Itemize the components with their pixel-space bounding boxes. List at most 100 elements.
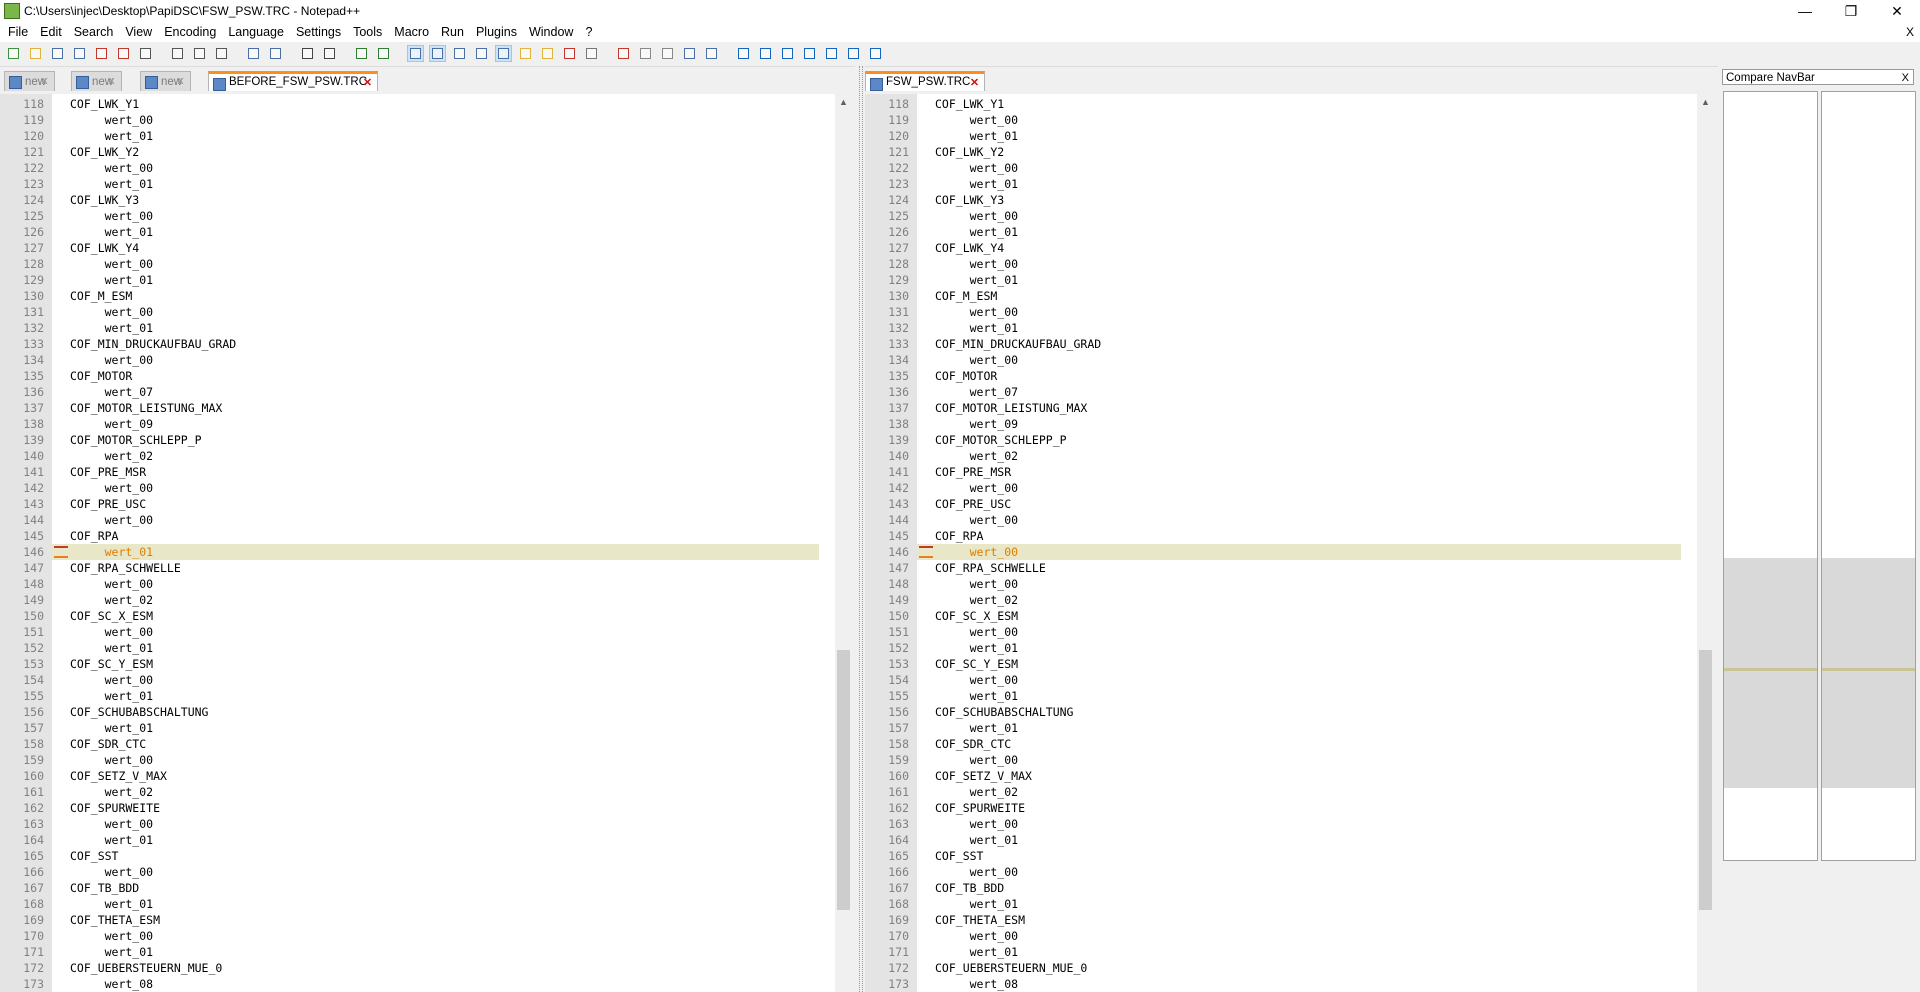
navbar-left-column[interactable] (1723, 91, 1818, 861)
view-splitter[interactable] (855, 66, 865, 992)
close-button[interactable]: ✕ (1874, 0, 1920, 22)
line-number: 149 (23, 593, 44, 607)
tab-new-1[interactable]: new 1 x (4, 71, 55, 108)
menu-file[interactable]: File (2, 22, 34, 42)
line-text: wert_00 (70, 257, 154, 271)
code-line: 130 COF_M_ESM (0, 288, 837, 304)
line-number: 133 (23, 337, 44, 351)
menu-tools[interactable]: Tools (347, 22, 388, 42)
left-editor[interactable]: 118 COF_LWK_Y1 119 wert_00 120 wert_01 121 CO… (0, 94, 837, 992)
line-text: wert_00 (935, 673, 1019, 687)
open-file-icon[interactable] (28, 46, 43, 61)
monitoring-icon[interactable] (584, 46, 599, 61)
close-all-icon[interactable] (116, 46, 131, 61)
code-line: 127 COF_LWK_Y4 (865, 240, 1699, 256)
save-icon[interactable] (50, 46, 65, 61)
scroll-up-icon[interactable]: ▲ (1697, 94, 1714, 111)
zoom-out-icon[interactable] (376, 46, 391, 61)
line-number: 151 (23, 625, 44, 639)
navbar-right-column[interactable] (1821, 91, 1916, 861)
tab-fsw-psw[interactable]: FSW_PSW.TRC ✕ (865, 71, 985, 91)
maximize-button[interactable]: ❐ (1828, 0, 1874, 22)
left-vertical-scrollbar[interactable]: ▲ (835, 94, 852, 992)
compare-next-icon[interactable] (824, 46, 839, 61)
menu-edit[interactable]: Edit (34, 22, 68, 42)
redo-icon[interactable] (268, 46, 283, 61)
paste-icon[interactable] (214, 46, 229, 61)
code-line: 146 wert_01 (0, 544, 837, 560)
show-all-chars-icon[interactable] (474, 46, 489, 61)
menu-settings[interactable]: Settings (290, 22, 347, 42)
menu-language[interactable]: Language (222, 22, 290, 42)
navbar-diff-marker[interactable] (1822, 668, 1915, 671)
tab-close-icon[interactable]: ✕ (969, 78, 980, 89)
menu-help[interactable]: ? (579, 22, 598, 42)
code-line: 136 wert_07 (865, 384, 1699, 400)
print-icon[interactable] (138, 46, 153, 61)
line-number: 135 (888, 369, 909, 383)
navbar-diff-marker[interactable] (1724, 668, 1817, 671)
scrollbar-thumb[interactable] (1699, 650, 1712, 910)
scrollbar-thumb[interactable] (837, 650, 850, 910)
undo-icon[interactable] (246, 46, 261, 61)
stop-macro-icon[interactable] (638, 46, 653, 61)
copy-icon[interactable] (192, 46, 207, 61)
sync-vertical-icon[interactable] (407, 45, 424, 62)
line-text: COF_SC_X_ESM (935, 609, 1019, 623)
code-line: 158 COF_SDR_CTC (0, 736, 837, 752)
code-line: 154 wert_00 (865, 672, 1699, 688)
save-all-icon[interactable] (72, 46, 87, 61)
save-macro-icon[interactable] (704, 46, 719, 61)
new-file-icon[interactable] (6, 46, 21, 61)
doc-map-icon[interactable] (518, 46, 533, 61)
compare-icon[interactable] (736, 46, 751, 61)
tab-before-fsw-psw[interactable]: BEFORE_FSW_PSW.TRC ✕ (208, 71, 378, 91)
right-editor[interactable]: 118 COF_LWK_Y1 119 wert_00 120 wert_01 121 CO… (865, 94, 1699, 992)
close-document-x[interactable]: X (1906, 22, 1914, 42)
replace-icon[interactable] (322, 46, 337, 61)
menu-view[interactable]: View (119, 22, 158, 42)
scroll-up-icon[interactable]: ▲ (835, 94, 852, 111)
tab-new-3[interactable]: new 3 x (140, 71, 191, 108)
record-macro-icon[interactable] (616, 46, 631, 61)
tab-close-icon[interactable]: x (175, 76, 186, 87)
menu-encoding[interactable]: Encoding (158, 22, 222, 42)
compare-last-icon[interactable] (846, 46, 861, 61)
menu-run[interactable]: Run (435, 22, 470, 42)
close-icon[interactable] (94, 46, 109, 61)
menu-plugins[interactable]: Plugins (470, 22, 523, 42)
code-line: 146 wert_00 (865, 544, 1699, 560)
minimize-button[interactable]: — (1782, 0, 1828, 22)
menu-search[interactable]: Search (68, 22, 120, 42)
zoom-in-icon[interactable] (354, 46, 369, 61)
run-macro-multiple-icon[interactable] (682, 46, 697, 61)
code-line: 159 wert_00 (865, 752, 1699, 768)
sync-horizontal-icon[interactable] (429, 45, 446, 62)
navbar-close-icon[interactable]: X (1902, 70, 1909, 86)
word-wrap-icon[interactable] (452, 46, 467, 61)
tab-close-icon[interactable]: x (39, 76, 50, 87)
tab-new-2[interactable]: new 2 x (71, 71, 122, 108)
tab-close-icon[interactable]: ✕ (362, 78, 373, 89)
compare-navbar-icon[interactable] (868, 46, 883, 61)
code-line: 167 COF_TB_BDD (0, 880, 837, 896)
find-icon[interactable] (300, 46, 315, 61)
menu-window[interactable]: Window (523, 22, 579, 42)
compare-prev-icon[interactable] (802, 46, 817, 61)
compare-clear-icon[interactable] (758, 46, 773, 61)
play-macro-icon[interactable] (660, 46, 675, 61)
function-list-icon[interactable] (540, 46, 555, 61)
cut-icon[interactable] (170, 46, 185, 61)
folder-workspace-icon[interactable] (562, 46, 577, 61)
tab-close-icon[interactable]: x (106, 76, 117, 87)
menu-macro[interactable]: Macro (388, 22, 435, 42)
code-line: 137 COF_MOTOR_LEISTUNG_MAX (0, 400, 837, 416)
line-number: 145 (888, 529, 909, 543)
code-line: 144 wert_00 (0, 512, 837, 528)
code-line: 136 wert_07 (0, 384, 837, 400)
line-number: 128 (888, 257, 909, 271)
compare-first-icon[interactable] (780, 46, 795, 61)
indent-guide-icon[interactable] (495, 45, 512, 62)
right-vertical-scrollbar[interactable]: ▲ (1697, 94, 1714, 992)
line-number: 138 (23, 417, 44, 431)
